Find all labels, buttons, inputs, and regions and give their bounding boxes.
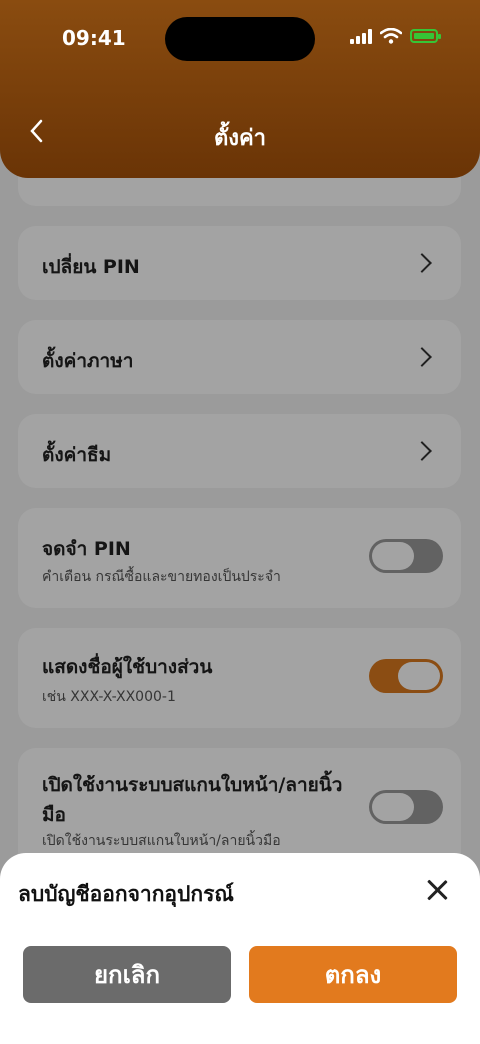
status-icons bbox=[350, 28, 441, 44]
page-title: ตั้งค่า bbox=[213, 126, 267, 151]
dialog-title: ลบบัญชีออกจากอุปกรณ์ bbox=[18, 882, 234, 906]
battery-icon bbox=[410, 29, 441, 43]
confirm-button[interactable]: ตกลง bbox=[249, 946, 457, 1003]
app-header: 09:41 ตั้งค่า bbox=[0, 0, 480, 178]
signal-icon bbox=[350, 28, 372, 44]
dynamic-island bbox=[165, 17, 315, 61]
wifi-icon bbox=[380, 28, 402, 44]
status-time: 09:41 bbox=[62, 26, 126, 50]
close-icon[interactable] bbox=[424, 877, 450, 903]
cancel-button[interactable]: ยกเลิก bbox=[23, 946, 231, 1003]
delete-account-sheet: ลบบัญชีออกจากอุปกรณ์ ยกเลิก ตกลง bbox=[0, 853, 480, 1044]
